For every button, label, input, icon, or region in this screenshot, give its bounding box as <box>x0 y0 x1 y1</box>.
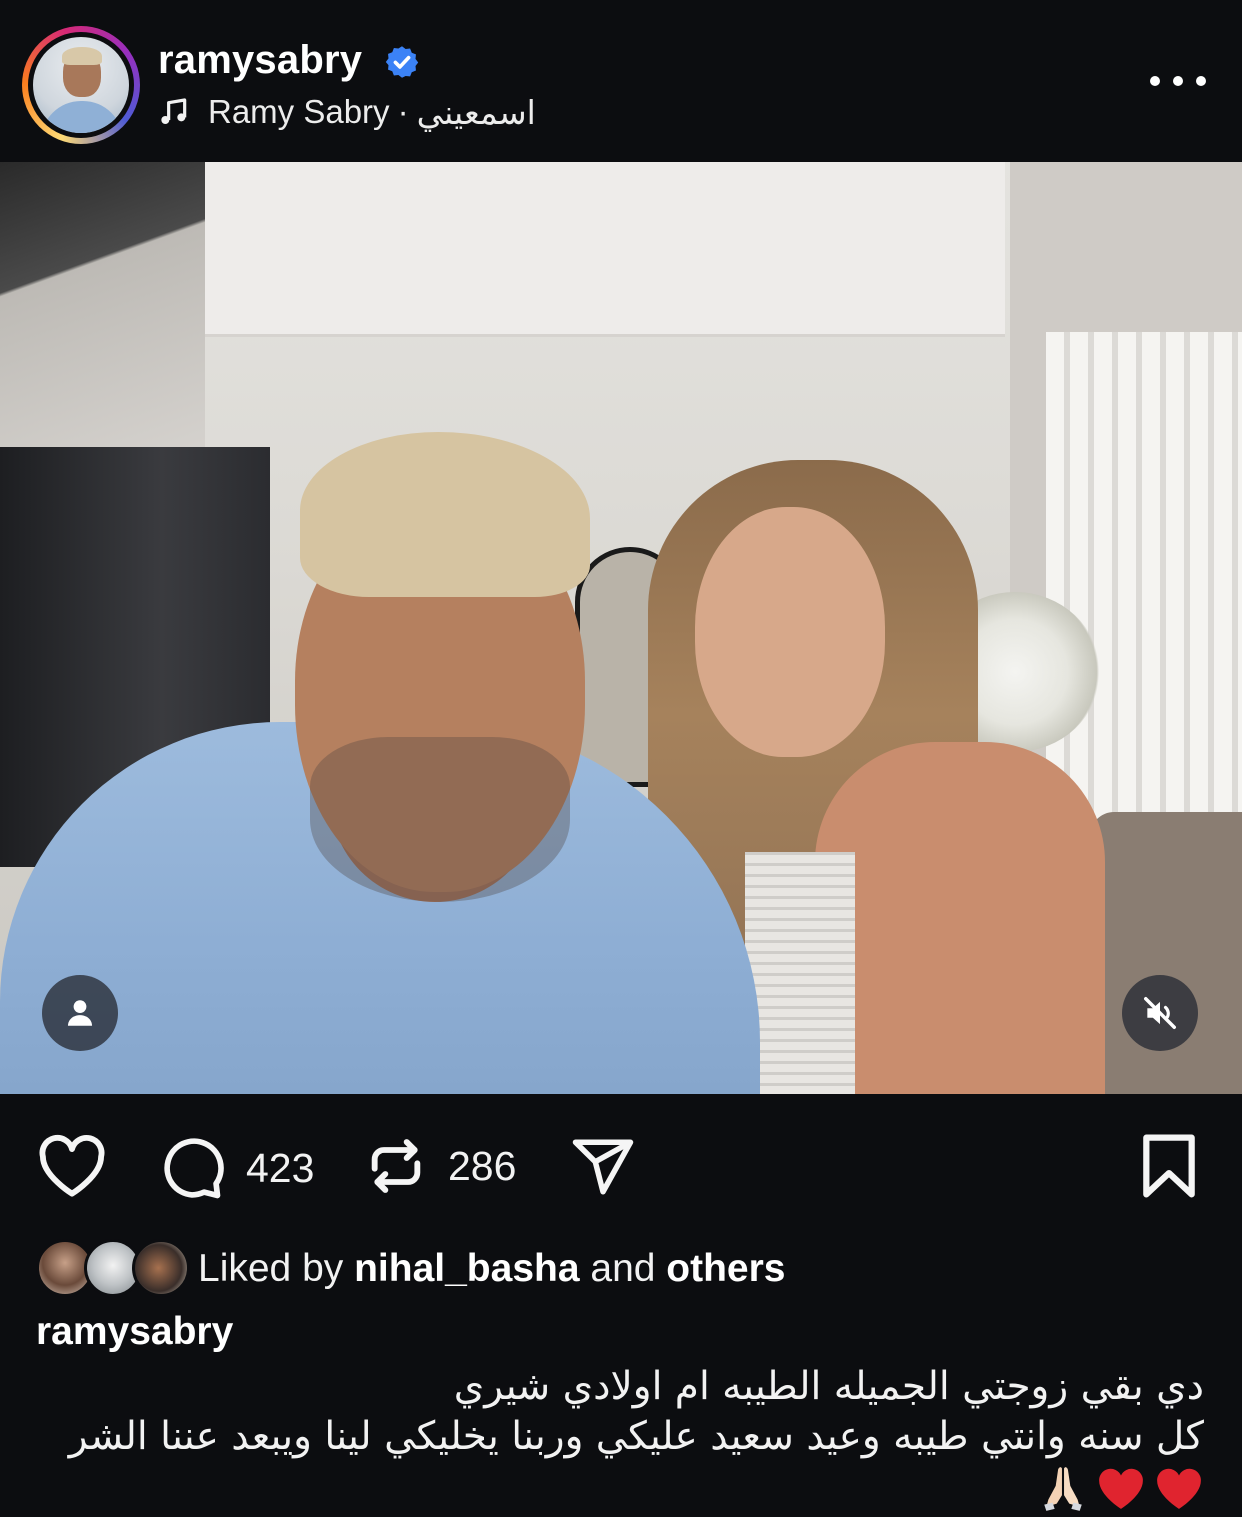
post-video[interactable] <box>0 162 1242 1094</box>
more-options-icon[interactable] <box>1150 64 1206 98</box>
heart-emoji-icon <box>1099 1468 1143 1509</box>
reposts-count: 286 <box>448 1142 517 1189</box>
folded-hands-emoji-icon <box>1044 1467 1082 1511</box>
muted-speaker-icon <box>1144 997 1176 1029</box>
bookmark-icon <box>1143 1134 1195 1198</box>
audio-link[interactable]: Ramy Sabry · اسمعيني <box>158 92 536 132</box>
post-header: ramysabry Ramy Sabry · اسمعيني <box>0 0 1242 162</box>
mute-toggle-button[interactable] <box>1122 975 1198 1051</box>
music-note-icon <box>161 98 187 124</box>
caption-emojis <box>34 1462 1204 1514</box>
caption-username[interactable]: ramysabry <box>36 1310 233 1354</box>
verified-badge-icon <box>385 46 419 78</box>
liked-by-others[interactable]: others <box>666 1247 785 1290</box>
story-ring-avatar[interactable] <box>22 26 140 144</box>
person-icon <box>67 1000 93 1026</box>
save-button[interactable] <box>1140 1132 1198 1200</box>
like-button[interactable] <box>36 1134 108 1198</box>
share-button[interactable] <box>568 1134 638 1200</box>
caption-line: كل سنه وانتي طيبه وعيد سعيد عليكي وربنا … <box>68 1414 1204 1459</box>
caption-text: دي بقي زوجتي الجميله الطيبه ام اولادي شي… <box>34 1362 1204 1514</box>
tagged-people-button[interactable] <box>42 975 118 1051</box>
heart-emoji-icon <box>1157 1468 1201 1509</box>
audio-separator: · <box>397 93 409 130</box>
liked-by-row[interactable]: Liked by nihal_basha and others <box>36 1236 786 1302</box>
audio-track: اسمعيني <box>416 93 536 131</box>
liked-by-joiner: and <box>590 1247 656 1290</box>
comment-bubble-icon <box>164 1138 224 1199</box>
liked-by-prefix: Liked by <box>198 1247 344 1290</box>
caption-line: دي بقي زوجتي الجميله الطيبه ام اولادي شي… <box>453 1364 1204 1409</box>
repost-icon <box>371 1139 421 1193</box>
repost-button[interactable]: 286 <box>364 1134 516 1198</box>
liked-by-user[interactable]: nihal_basha <box>354 1247 579 1290</box>
liker-avatars <box>36 1237 192 1301</box>
post-username[interactable]: ramysabry <box>158 38 362 83</box>
audio-artist: Ramy Sabry <box>208 93 390 130</box>
avatar <box>132 1239 190 1297</box>
action-bar: 423 286 <box>0 1094 1242 1234</box>
paper-plane-icon <box>572 1139 634 1195</box>
liked-by-text: Liked by nihal_basha and others <box>198 1247 786 1291</box>
comment-button[interactable]: 423 <box>158 1134 314 1202</box>
comments-count: 423 <box>246 1144 315 1191</box>
avatar[interactable] <box>33 37 129 133</box>
heart-outline-icon <box>39 1135 105 1197</box>
